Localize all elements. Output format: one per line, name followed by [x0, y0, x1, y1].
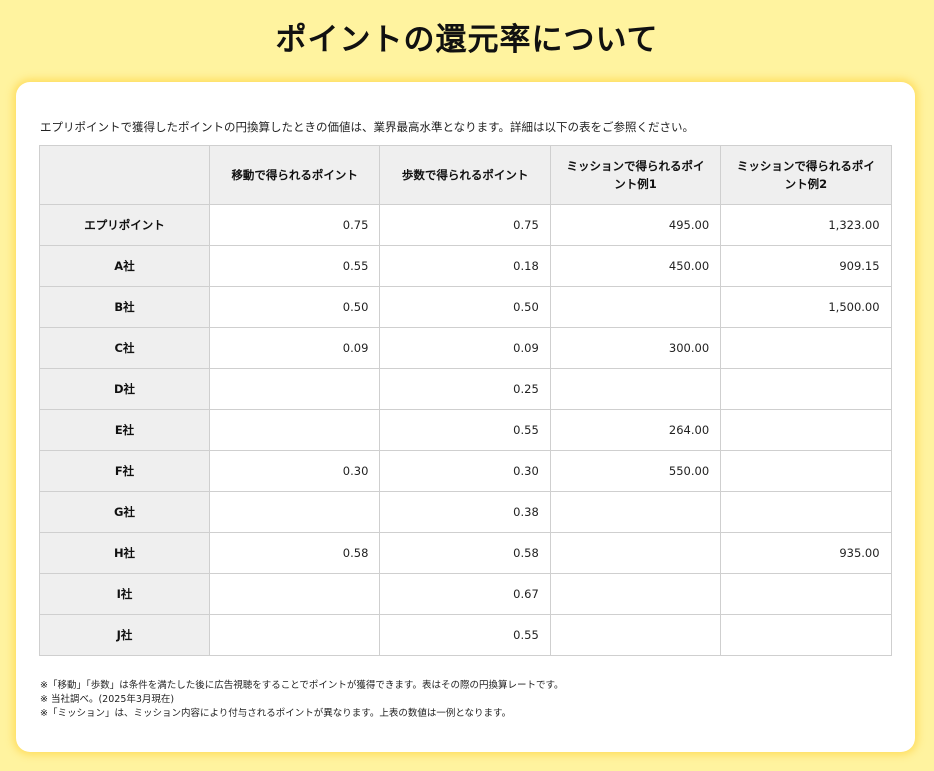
cell-mission-2: 909.15	[720, 245, 892, 287]
cell-mission-1: 550.00	[549, 450, 722, 492]
row-company-name: H社	[39, 532, 210, 574]
page-title: ポイントの還元率について	[275, 22, 659, 58]
table-row: C社 0.09 0.09 300.00	[39, 327, 892, 369]
table-header-mission-1: ミッションで得られるポイント例1	[549, 145, 722, 205]
cell-steps: 0.09	[379, 327, 551, 369]
footnote: ※「移動」「歩数」は条件を満たした後に広告視聴をすることでポイントが獲得できます…	[40, 680, 564, 691]
cell-movement: 0.50	[208, 286, 381, 328]
row-company-name: I社	[39, 573, 210, 615]
row-company-name: B社	[39, 286, 210, 328]
cell-movement	[208, 368, 381, 410]
cell-steps: 0.58	[379, 532, 551, 574]
table-header-row: 移動で得られるポイント 歩数で得られるポイント ミッションで得られるポイント例1…	[39, 145, 892, 205]
table-header-corner	[39, 145, 210, 205]
cell-movement	[208, 614, 381, 656]
cell-mission-1	[549, 573, 722, 615]
footnote: ※「ミッション」は、ミッション内容により付与されるポイントが異なります。上表の数…	[40, 708, 512, 719]
cell-mission-1: 264.00	[549, 409, 722, 451]
table-row: エプリポイント 0.75 0.75 495.00 1,323.00	[39, 204, 892, 246]
row-company-name: A社	[39, 245, 210, 287]
row-company-name: C社	[39, 327, 210, 369]
cell-movement: 0.09	[208, 327, 381, 369]
row-company-name: J社	[39, 614, 210, 656]
point-rate-table: 移動で得られるポイント 歩数で得られるポイント ミッションで得られるポイント例1…	[39, 145, 892, 656]
cell-mission-1	[549, 286, 722, 328]
cell-mission-2	[720, 368, 892, 410]
cell-mission-1	[549, 491, 722, 533]
row-company-name: E社	[39, 409, 210, 451]
cell-mission-2	[720, 409, 892, 451]
cell-steps: 0.18	[379, 245, 551, 287]
table-header-mission-2: ミッションで得られるポイント例2	[720, 145, 892, 205]
cell-mission-1: 450.00	[549, 245, 722, 287]
cell-movement: 0.58	[208, 532, 381, 574]
table-row: E社 0.55 264.00	[39, 409, 892, 451]
cell-mission-2	[720, 491, 892, 533]
row-company-name: エプリポイント	[39, 204, 210, 246]
table-row: F社 0.30 0.30 550.00	[39, 450, 892, 492]
cell-steps: 0.30	[379, 450, 551, 492]
cell-steps: 0.55	[379, 614, 551, 656]
cell-mission-2	[720, 450, 892, 492]
table-row: A社 0.55 0.18 450.00 909.15	[39, 245, 892, 287]
cell-steps: 0.67	[379, 573, 551, 615]
cell-mission-2: 935.00	[720, 532, 892, 574]
cell-mission-2: 1,500.00	[720, 286, 892, 328]
footnotes: ※「移動」「歩数」は条件を満たした後に広告視聴をすることでポイントが獲得できます…	[40, 679, 564, 721]
table-row: J社 0.55	[39, 614, 892, 656]
table-row: G社 0.38	[39, 491, 892, 533]
table-row: D社 0.25	[39, 368, 892, 410]
table-header-movement: 移動で得られるポイント	[208, 145, 381, 205]
cell-movement: 0.30	[208, 450, 381, 492]
cell-movement: 0.55	[208, 245, 381, 287]
cell-mission-1	[549, 532, 722, 574]
intro-text: エプリポイントで獲得したポイントの円換算したときの価値は、業界最高水準となります…	[40, 120, 694, 134]
cell-movement: 0.75	[208, 204, 381, 246]
cell-mission-1	[549, 368, 722, 410]
cell-mission-1: 495.00	[549, 204, 722, 246]
table-header-steps: 歩数で得られるポイント	[379, 145, 551, 205]
table-row: B社 0.50 0.50 1,500.00	[39, 286, 892, 328]
cell-mission-2	[720, 614, 892, 656]
row-company-name: G社	[39, 491, 210, 533]
cell-mission-2: 1,323.00	[720, 204, 892, 246]
cell-mission-2	[720, 327, 892, 369]
cell-movement	[208, 491, 381, 533]
cell-mission-2	[720, 573, 892, 615]
cell-mission-1	[549, 614, 722, 656]
cell-mission-1: 300.00	[549, 327, 722, 369]
row-company-name: D社	[39, 368, 210, 410]
cell-steps: 0.50	[379, 286, 551, 328]
footnote: ※ 当社調べ。(2025年3月現在)	[40, 694, 175, 705]
cell-steps: 0.75	[379, 204, 551, 246]
cell-movement	[208, 573, 381, 615]
cell-steps: 0.25	[379, 368, 551, 410]
content-card: エプリポイントで獲得したポイントの円換算したときの価値は、業界最高水準となります…	[16, 82, 915, 752]
row-company-name: F社	[39, 450, 210, 492]
cell-movement	[208, 409, 381, 451]
table-row: H社 0.58 0.58 935.00	[39, 532, 892, 574]
cell-steps: 0.38	[379, 491, 551, 533]
cell-steps: 0.55	[379, 409, 551, 451]
table-row: I社 0.67	[39, 573, 892, 615]
